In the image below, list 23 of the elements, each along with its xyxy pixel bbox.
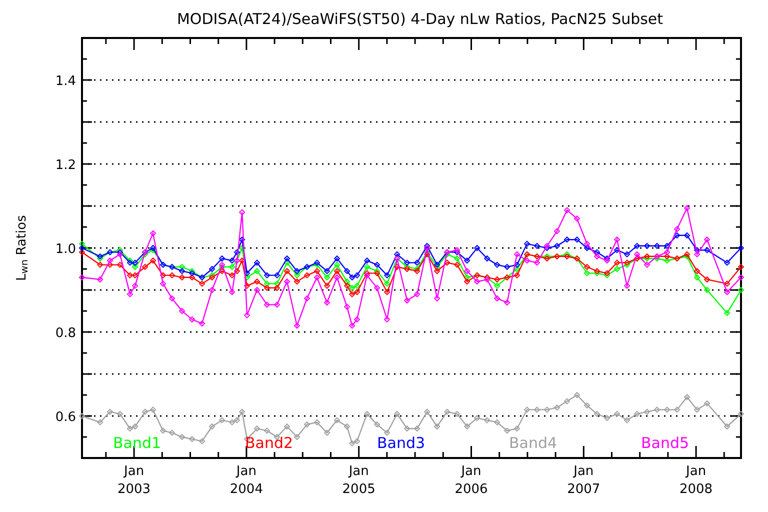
tick-label: Jan	[574, 464, 594, 479]
legend-label: Band3	[377, 434, 426, 452]
tick-label: 1.0	[55, 242, 76, 257]
legend-label: Band1	[113, 434, 162, 452]
tick-label: 2004	[230, 482, 263, 497]
tick-label: 1.2	[55, 158, 76, 173]
tick-label: 0.6	[55, 410, 76, 425]
legend-label: Band5	[641, 434, 690, 452]
tick-label: 1.4	[55, 74, 76, 89]
chart-title: MODISA(AT24)/SeaWiFS(ST50) 4-Day nLw Ratios, PacN25 Subset	[176, 10, 664, 28]
tick-label: Jan	[236, 464, 256, 479]
tick-label: Jan	[348, 464, 369, 479]
tick-label: 2005	[342, 482, 376, 497]
tick-label: Jan	[461, 464, 482, 479]
tick-label: Jan	[124, 464, 144, 479]
tick-label: 0.8	[55, 326, 76, 341]
legend-label: Band4	[509, 434, 558, 452]
tick-label: 2008	[680, 482, 713, 497]
tick-label: 2006	[454, 482, 488, 497]
tick-label: 2007	[567, 482, 600, 497]
tick-label: Jan	[686, 464, 706, 479]
tick-label: 2003	[118, 482, 151, 497]
legend-label: Band2	[245, 434, 294, 452]
